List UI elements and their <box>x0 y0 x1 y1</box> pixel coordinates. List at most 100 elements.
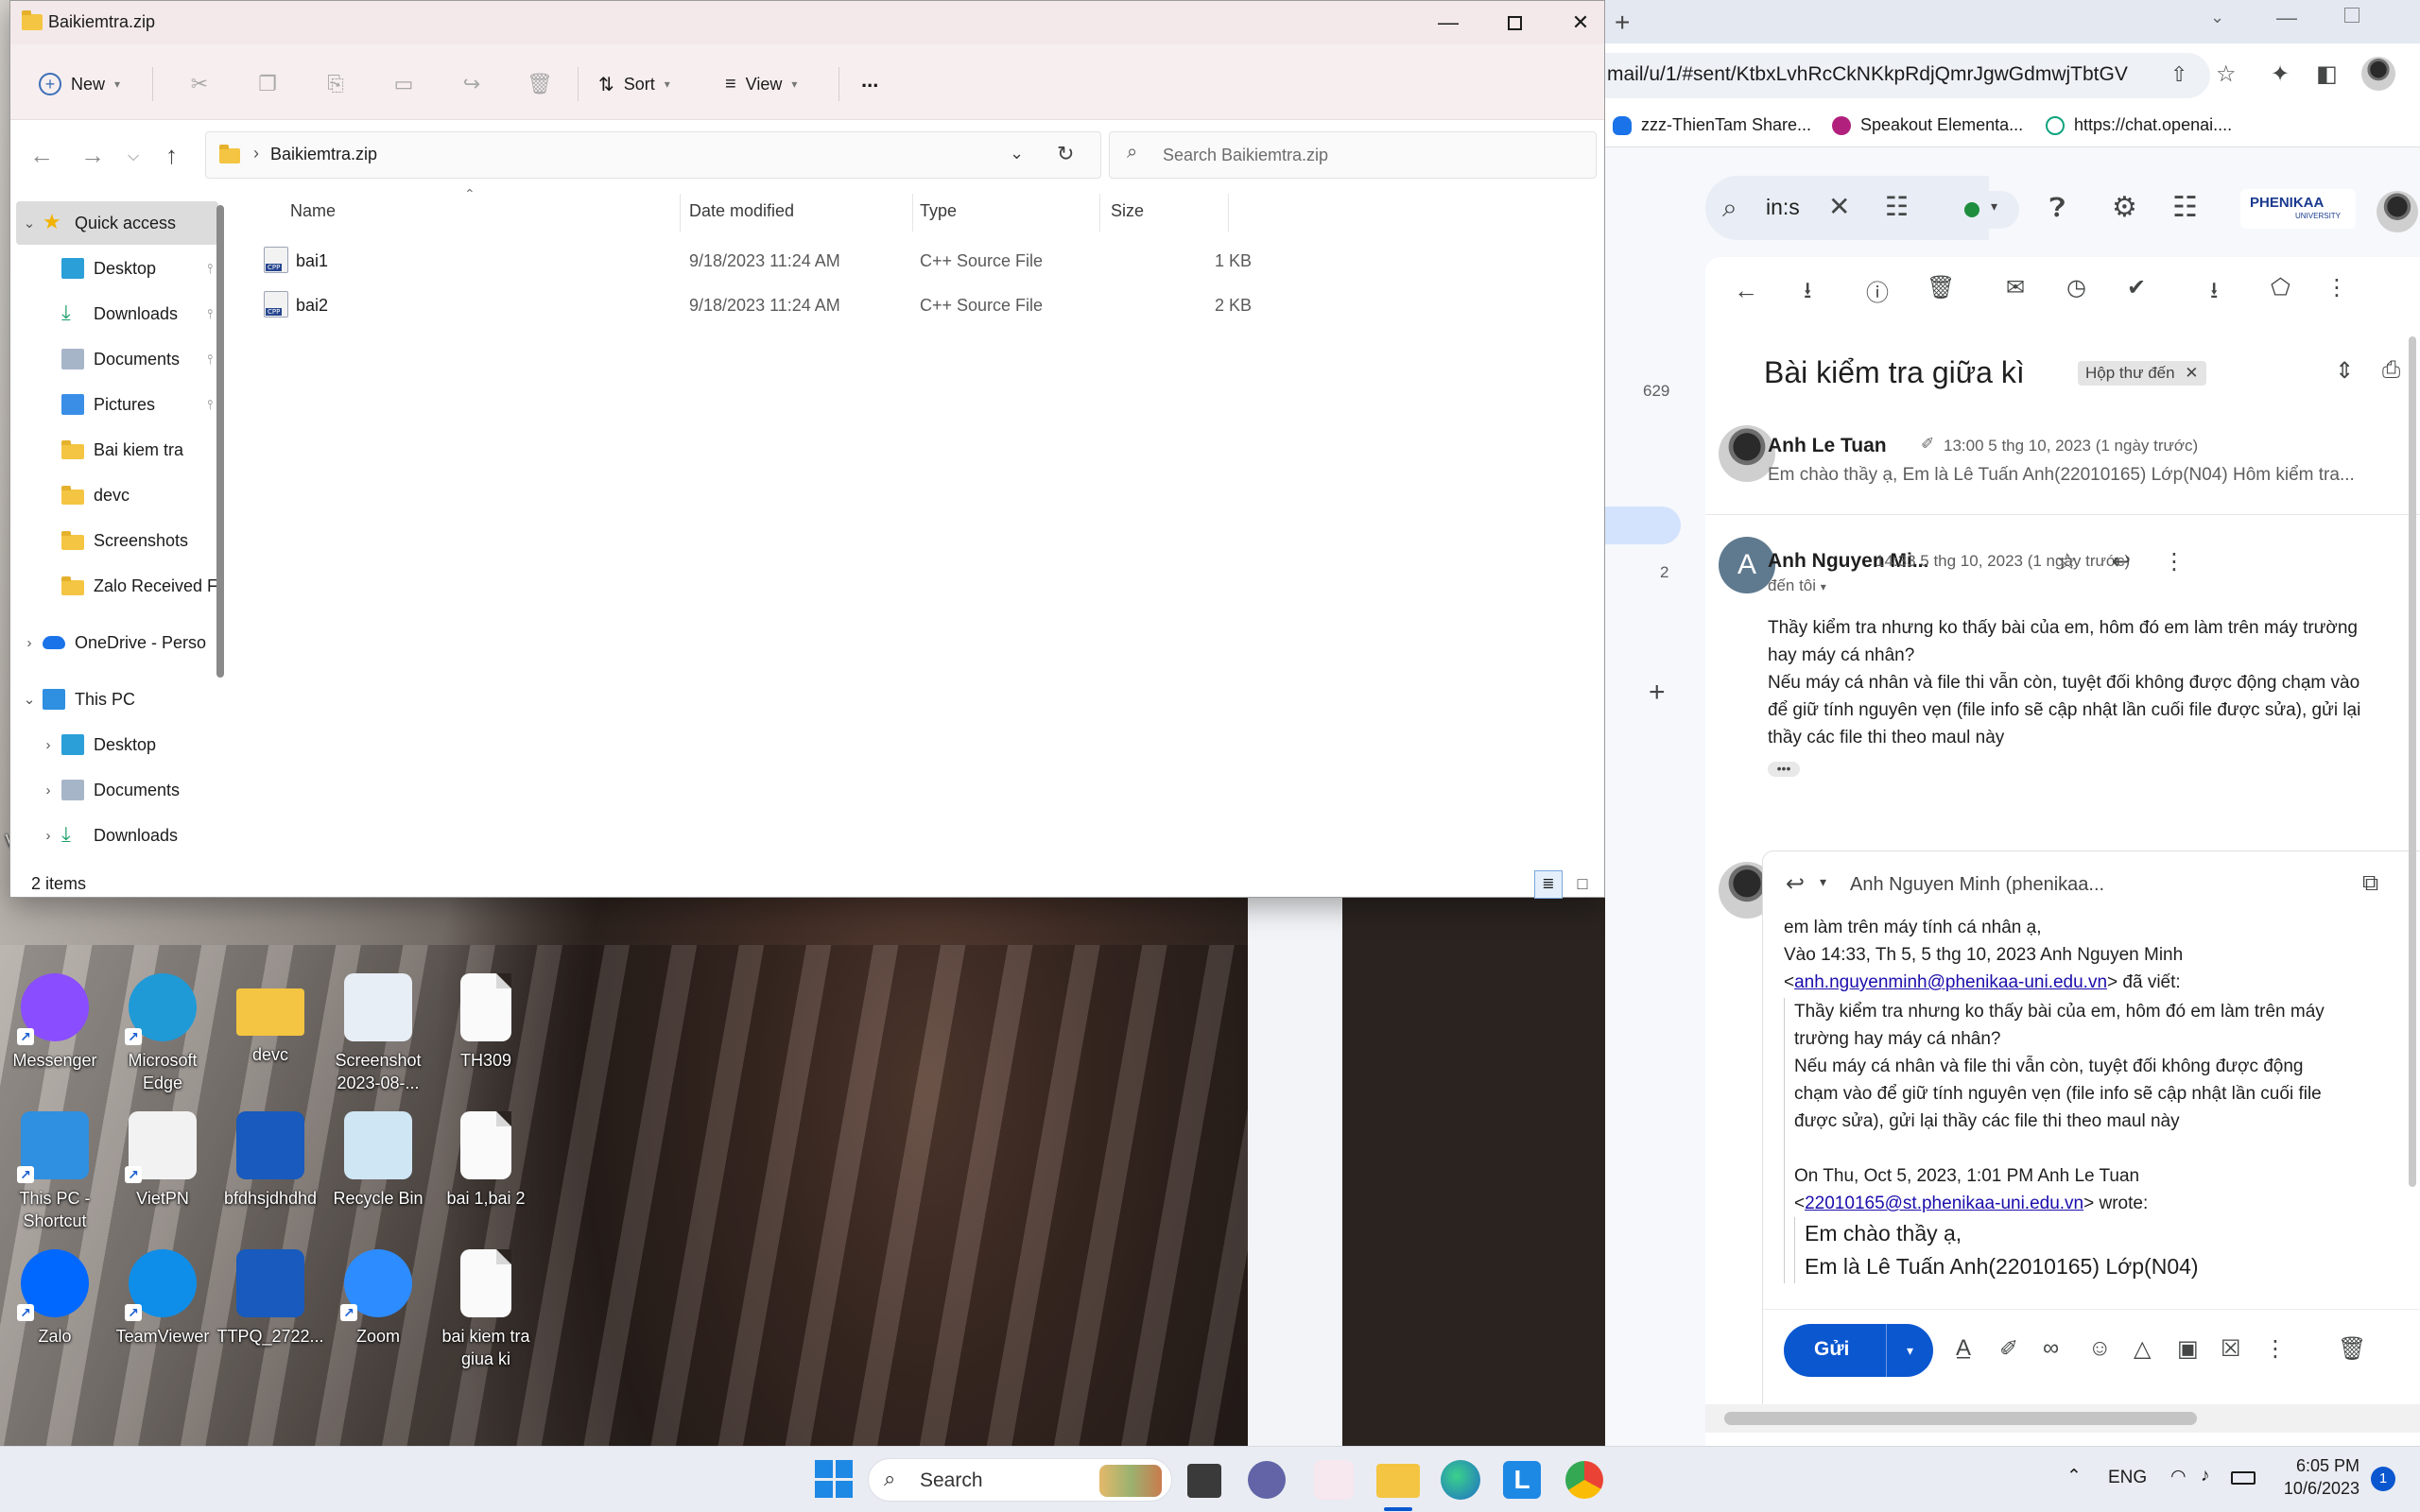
explorer-title-bar[interactable]: Baikiemtra.zip — ✕ <box>10 1 1604 44</box>
chevron-down-icon[interactable]: ▾ <box>1820 874 1826 890</box>
sort-button[interactable]: ⇅ Sort ▾ <box>598 65 670 103</box>
recent-locations-icon[interactable]: ⌵ <box>128 148 139 165</box>
column-header-date[interactable]: Date modified <box>689 201 794 230</box>
battery-icon[interactable] <box>2231 1471 2256 1485</box>
drive-icon[interactable]: △ <box>2134 1335 2151 1363</box>
nav-item[interactable]: › Desktop <box>16 723 218 766</box>
browser-window[interactable]: + ⌄ — mail/u/1/#sent/KtbxLvhRcCkNKkpRdjQ… <box>1605 0 2420 1446</box>
view-button[interactable]: ≡ View ▾ <box>725 65 797 103</box>
email-link[interactable]: anh.nguyenminh@phenikaa-uni.edu.vn <box>1794 972 2107 992</box>
task-view-icon[interactable] <box>1187 1464 1221 1498</box>
remove-label-icon[interactable]: ✕ <box>2185 364 2198 382</box>
taskbar-search[interactable]: ⌕ Search <box>868 1458 1172 1502</box>
chevron-down-icon[interactable]: ⌄ <box>16 215 43 232</box>
send-button[interactable]: Gửi ▾ <box>1784 1324 1933 1377</box>
bookmark-item[interactable]: https://chat.openai.... <box>2046 115 2232 135</box>
desktop-icon[interactable]: ↗ Zoom <box>323 1240 433 1372</box>
file-explorer-window[interactable]: Baikiemtra.zip — ✕ + New ▾ ✂ ❐ ⎘ ▭ ↪ 🗑 ⇅… <box>9 0 1605 899</box>
more-options-button[interactable]: ... <box>861 61 878 99</box>
cut-icon[interactable]: ✂ <box>181 65 218 103</box>
share-icon[interactable]: ⇧ <box>2170 62 2187 87</box>
reply-body[interactable]: em làm trên máy tính cá nhân ạ, Vào 14:3… <box>1784 914 2325 1283</box>
more-options-icon[interactable]: ⋮ <box>2264 1335 2287 1363</box>
nav-item[interactable]: Desktop ⫯ <box>16 247 218 290</box>
nav-item[interactable]: Documents ⫯ <box>16 337 218 381</box>
extensions-icon[interactable]: ✦ <box>2271 60 2290 88</box>
star-icon[interactable]: ☆ <box>2057 548 2078 576</box>
nav-item[interactable]: Pictures ⫯ <box>16 383 218 426</box>
maximize-button[interactable] <box>1481 1 1547 44</box>
copy-icon[interactable]: ❐ <box>249 65 286 103</box>
search-field[interactable]: ⌕ Search Baikiemtra.zip <box>1109 131 1597 179</box>
minimize-button[interactable]: — <box>1415 1 1481 44</box>
emoji-icon[interactable]: ☺ <box>2088 1335 2112 1362</box>
wifi-icon[interactable]: ◠ <box>2170 1466 2187 1487</box>
report-spam-icon[interactable]: ⓘ <box>1866 274 1889 307</box>
desktop-icon[interactable]: Screenshot 2023-08-... <box>323 964 433 1096</box>
new-tab-icon[interactable]: + <box>1615 8 1630 38</box>
sidebar-selected-item[interactable] <box>1605 507 1681 544</box>
url-bar[interactable]: mail/u/1/#sent/KtbxLvhRcCkNKkpRdjQmrJgwG… <box>1605 53 2210 98</box>
tab-search-icon[interactable]: ⌄ <box>2210 8 2224 27</box>
desktop-icon[interactable]: bai kiem tra giua ki <box>431 1240 541 1372</box>
recipient-line[interactable]: đến tôi ▾ <box>1768 576 1826 595</box>
snooze-clock-icon[interactable]: ◷ <box>2066 274 2086 301</box>
label-chip[interactable]: Hộp thư đến ✕ <box>2078 361 2206 386</box>
bookmark-item[interactable]: Speakout Elementa... <box>1832 115 2023 135</box>
search-options-icon[interactable]: ☷ <box>1885 191 1909 222</box>
add-label-icon[interactable]: + <box>1649 677 1666 709</box>
desktop-icon[interactable]: ↗ VietPN <box>108 1102 217 1234</box>
send-options-icon[interactable]: ▾ <box>1886 1324 1933 1377</box>
chevron-right-icon[interactable]: › <box>35 828 61 844</box>
mark-unread-icon[interactable]: ✉ <box>2006 274 2025 301</box>
discard-draft-icon[interactable]: 🗑︎ <box>2338 1335 2366 1363</box>
up-arrow-icon[interactable]: ↑ <box>165 141 178 170</box>
paste-icon[interactable]: ⎘ <box>317 65 354 103</box>
expand-all-icon[interactable]: ⇕ <box>2335 357 2354 385</box>
back-arrow-icon[interactable]: ← <box>1734 276 1758 305</box>
clear-search-icon[interactable]: ✕ <box>1828 191 1850 222</box>
desktop-icon[interactable]: ↗ Zalo <box>0 1240 110 1372</box>
minimize-icon[interactable]: — <box>2276 6 2297 30</box>
horizontal-scrollbar[interactable] <box>1705 1404 2420 1433</box>
file-row[interactable]: bai2 9/18/2023 11:24 AM C++ Source File 2 K… <box>264 284 1436 327</box>
widgets-icon[interactable] <box>1314 1460 1354 1500</box>
chrome-taskbar-icon[interactable] <box>1565 1461 1603 1499</box>
nav-item[interactable]: devc <box>16 473 218 517</box>
side-panel-icon[interactable]: ◧ <box>2316 60 2338 88</box>
chevron-right-icon[interactable]: › <box>16 635 43 651</box>
maximize-icon[interactable] <box>2344 8 2360 23</box>
desktop-icon[interactable]: ↗ TeamViewer <box>108 1240 217 1372</box>
reply-icon[interactable]: ↩ <box>2112 548 2131 576</box>
attach-file-icon[interactable]: ✐ <box>1999 1335 2018 1363</box>
nav-item[interactable]: › OneDrive - Perso <box>16 621 218 664</box>
bookmark-star-icon[interactable]: ☆ <box>2216 60 2237 88</box>
search-input[interactable]: in:s <box>1766 195 1800 220</box>
refresh-icon[interactable]: ↻ <box>1057 142 1074 166</box>
desktop-icon[interactable]: ↗ Messenger <box>0 964 110 1096</box>
reply-type-icon[interactable]: ↩ <box>1786 870 1805 898</box>
nav-item[interactable]: ⌄ This PC <box>16 678 218 721</box>
delete-icon[interactable]: 🗑 <box>521 65 559 103</box>
message-snippet[interactable]: Em chào thầy ạ, Em là Lê Tuấn Anh(220101… <box>1768 465 2355 486</box>
chevron-down-icon[interactable]: ⌄ <box>16 691 43 708</box>
more-vert-icon[interactable]: ⋮ <box>2163 548 2186 576</box>
bookmark-item[interactable]: zzz-ThienTam Share... <box>1613 115 1811 135</box>
print-icon[interactable]: ⎙ <box>2382 357 2400 384</box>
l-app-icon[interactable]: L <box>1503 1461 1541 1499</box>
more-vert-icon[interactable]: ⋮ <box>2325 274 2348 301</box>
new-button[interactable]: + New ▾ <box>39 65 120 103</box>
reply-recipient[interactable]: Anh Nguyen Minh (phenikaa... <box>1850 874 2104 896</box>
column-header-type[interactable]: Type <box>920 201 957 230</box>
desktop-icon[interactable]: bai 1,bai 2 <box>431 1102 541 1234</box>
column-divider[interactable] <box>680 194 681 232</box>
show-trimmed-icon[interactable]: ••• <box>1768 762 1800 777</box>
scroll-thumb[interactable] <box>1724 1412 2197 1425</box>
column-divider[interactable] <box>912 194 913 232</box>
forward-arrow-icon[interactable]: → <box>80 141 105 170</box>
close-button[interactable]: ✕ <box>1547 1 1614 44</box>
desktop-icon[interactable]: ↗ This PC - Shortcut <box>0 1102 110 1234</box>
tiles-view-icon[interactable]: □ <box>1568 870 1597 899</box>
confidential-mode-icon[interactable]: ☒ <box>2221 1335 2241 1363</box>
sender-avatar[interactable] <box>1719 425 1775 482</box>
